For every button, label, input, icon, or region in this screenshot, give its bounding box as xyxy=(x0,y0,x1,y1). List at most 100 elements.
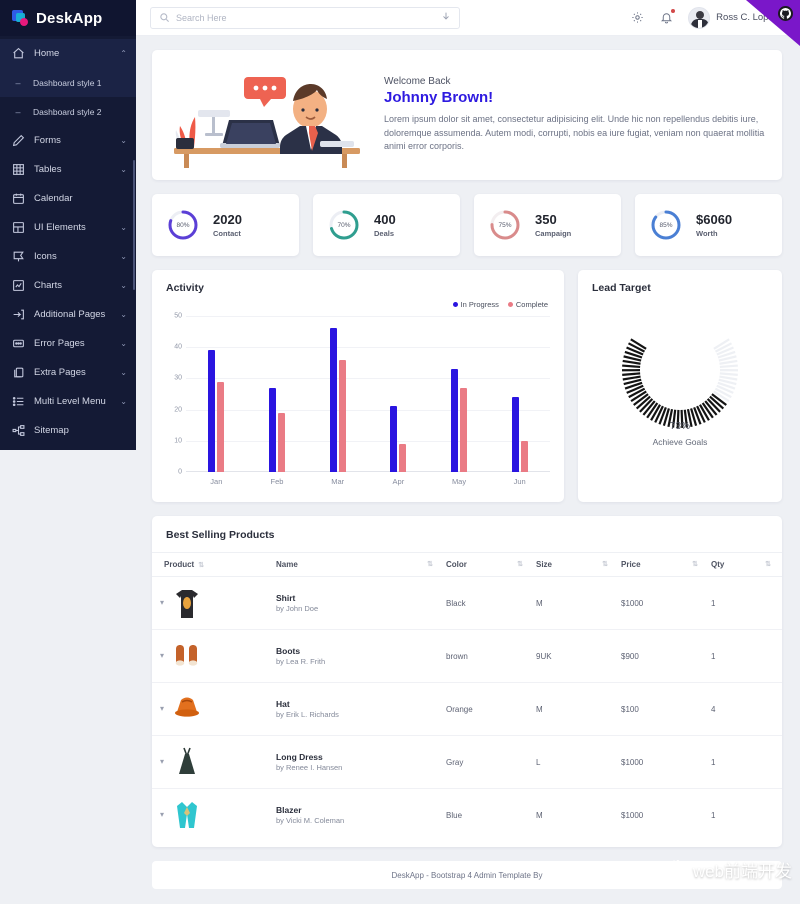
sidebar-item-label: Error Pages xyxy=(34,338,85,349)
chevron-down-icon: ⌄ xyxy=(120,223,127,232)
sort-icon: ⇅ xyxy=(602,561,608,568)
column-header-name[interactable]: Name ⇅ xyxy=(272,552,442,577)
bar[interactable] xyxy=(460,387,468,472)
sidebar-item-home[interactable]: Home ⌃ xyxy=(0,39,136,68)
table-row[interactable]: ▾ Hat by Erik L. Richards Orange M $100 4 xyxy=(152,682,782,736)
bar[interactable] xyxy=(208,350,216,472)
brand[interactable]: DeskApp xyxy=(0,0,136,36)
bar-series xyxy=(186,316,550,472)
bar[interactable] xyxy=(217,381,225,472)
products-table-head: Product ⇅ Name ⇅ Color ⇅ Size ⇅ Price ⇅ Qty ⇅ xyxy=(152,552,782,577)
welcome-card: Welcome Back Johnny Brown! Lorem ipsum d… xyxy=(152,50,782,180)
bar[interactable] xyxy=(520,440,528,472)
x-tick-label: Jun xyxy=(513,477,526,486)
product-price: $900 xyxy=(617,629,707,683)
donut-chart: 80% xyxy=(166,208,200,242)
copy-icon xyxy=(11,366,25,380)
column-header-qty[interactable]: Qty ⇅ xyxy=(707,552,782,577)
chevron-down-icon: ⌄ xyxy=(120,339,127,348)
bell-icon[interactable] xyxy=(659,9,676,25)
sidebar-item-sitemap[interactable]: Sitemap xyxy=(0,416,136,445)
stat-value: 350 xyxy=(535,212,557,228)
sidebar-item-label: Tables xyxy=(34,164,62,175)
sidebar-item-dashboard-style-2[interactable]: – Dashboard style 2 xyxy=(0,97,136,126)
product-name: Long Dress xyxy=(276,751,323,762)
best-selling-products-card: Best Selling Products Product ⇅ Name ⇅ Col… xyxy=(152,516,782,847)
arrow-down-icon[interactable] xyxy=(441,11,451,24)
sidebar-scrollbar[interactable] xyxy=(133,160,135,290)
legend-item-complete[interactable]: Complete xyxy=(507,300,548,309)
sidebar: DeskApp Home ⌃ – Dashboard style 1 – Das… xyxy=(0,0,136,450)
table-row[interactable]: ▾ Long Dress by Renee I. Hansen Gray L $1000 1 xyxy=(152,735,782,789)
product-name: Shirt xyxy=(276,592,296,603)
bar[interactable] xyxy=(329,328,337,472)
sidebar-item-forms[interactable]: Forms ⌄ xyxy=(0,126,136,155)
bar[interactable] xyxy=(399,443,407,472)
chevron-down-icon: ⌄ xyxy=(120,252,127,261)
column-header-product[interactable]: Product ⇅ xyxy=(152,552,272,577)
legend-item-in-progress[interactable]: In Progress xyxy=(452,300,499,309)
sidebar-item-additional-pages[interactable]: Additional Pages ⌄ xyxy=(0,300,136,329)
search-icon xyxy=(159,12,170,23)
expand-row-icon[interactable]: ▾ xyxy=(152,704,164,713)
y-tick: 10 xyxy=(174,437,182,445)
donut-chart: 75% xyxy=(488,208,522,242)
sidebar-item-ui-elements[interactable]: UI Elements ⌄ xyxy=(0,213,136,242)
activity-chart-card: Activity In Progress Complete 50 40 30 2… xyxy=(152,270,564,502)
dash-icon: – xyxy=(15,106,21,117)
sidebar-item-charts[interactable]: Charts ⌄ xyxy=(0,271,136,300)
bar[interactable] xyxy=(278,412,285,472)
bar[interactable] xyxy=(390,406,398,472)
bar[interactable] xyxy=(511,397,519,472)
sidebar-item-error-pages[interactable]: Error Pages ⌄ xyxy=(0,329,136,358)
table-row[interactable]: ▾ Boots by Lea R. Frith brown 9UK $900 1 xyxy=(152,629,782,683)
sort-icon: ⇅ xyxy=(765,561,771,568)
product-price: $1000 xyxy=(617,735,707,789)
lead-target-title: Lead Target xyxy=(592,282,651,294)
expand-row-icon[interactable]: ▾ xyxy=(152,598,164,607)
sidebar-item-calendar[interactable]: Calendar xyxy=(0,184,136,213)
desk-illustration xyxy=(160,55,372,175)
list-icon xyxy=(11,395,25,409)
bar-group xyxy=(429,316,490,472)
table-icon xyxy=(11,163,25,177)
column-header-color[interactable]: Color ⇅ xyxy=(442,552,532,577)
sidebar-item-label: Home xyxy=(34,48,60,59)
stat-label: Worth xyxy=(696,228,718,238)
sort-icon: ⇅ xyxy=(517,561,523,568)
expand-row-icon[interactable]: ▾ xyxy=(152,757,164,766)
stat-value: $6060 xyxy=(696,212,733,228)
search-input[interactable] xyxy=(176,12,441,23)
product-size: 9UK xyxy=(532,629,617,683)
search-bar[interactable] xyxy=(150,6,460,29)
sidebar-item-multi-level-menu[interactable]: Multi Level Menu ⌄ xyxy=(0,387,136,416)
column-header-price[interactable]: Price ⇅ xyxy=(617,552,707,577)
sidebar-item-chat[interactable]: Chat xyxy=(0,445,136,450)
products-title: Best Selling Products xyxy=(166,529,275,541)
error-icon xyxy=(11,337,25,351)
bar[interactable] xyxy=(338,359,346,472)
gauge-tick xyxy=(622,364,641,369)
product-color: Orange xyxy=(442,682,532,736)
bar[interactable] xyxy=(269,387,276,472)
sidebar-item-tables[interactable]: Tables ⌄ xyxy=(0,155,136,184)
table-row[interactable]: ▾ Blazer by Vicki M. Coleman Blue M $1000 1 xyxy=(152,789,782,842)
expand-row-icon[interactable]: ▾ xyxy=(152,810,164,819)
sidebar-item-icons[interactable]: Icons ⌄ xyxy=(0,242,136,271)
product-qty: 1 xyxy=(707,629,782,683)
gauge-wrap: 73% Achieve Goals xyxy=(578,310,782,447)
sidebar-item-extra-pages[interactable]: Extra Pages ⌄ xyxy=(0,358,136,387)
github-corner[interactable] xyxy=(746,0,800,46)
bar[interactable] xyxy=(451,369,459,472)
product-size: M xyxy=(532,682,617,736)
pencil-icon xyxy=(11,134,25,148)
main-content: Welcome Back Johnny Brown! Lorem ipsum d… xyxy=(136,36,800,904)
gauge-value: 73% xyxy=(669,421,690,432)
table-row[interactable]: ▾ Shirt by John Doe Black M $1000 1 xyxy=(152,576,782,630)
lead-target-card: Lead Target 73% Achieve Goals xyxy=(578,270,782,502)
product-qty: 1 xyxy=(707,735,782,789)
column-header-size[interactable]: Size ⇅ xyxy=(532,552,617,577)
gear-icon[interactable] xyxy=(630,10,645,25)
expand-row-icon[interactable]: ▾ xyxy=(152,651,164,660)
sidebar-item-dashboard-style-1[interactable]: – Dashboard style 1 xyxy=(0,68,136,97)
